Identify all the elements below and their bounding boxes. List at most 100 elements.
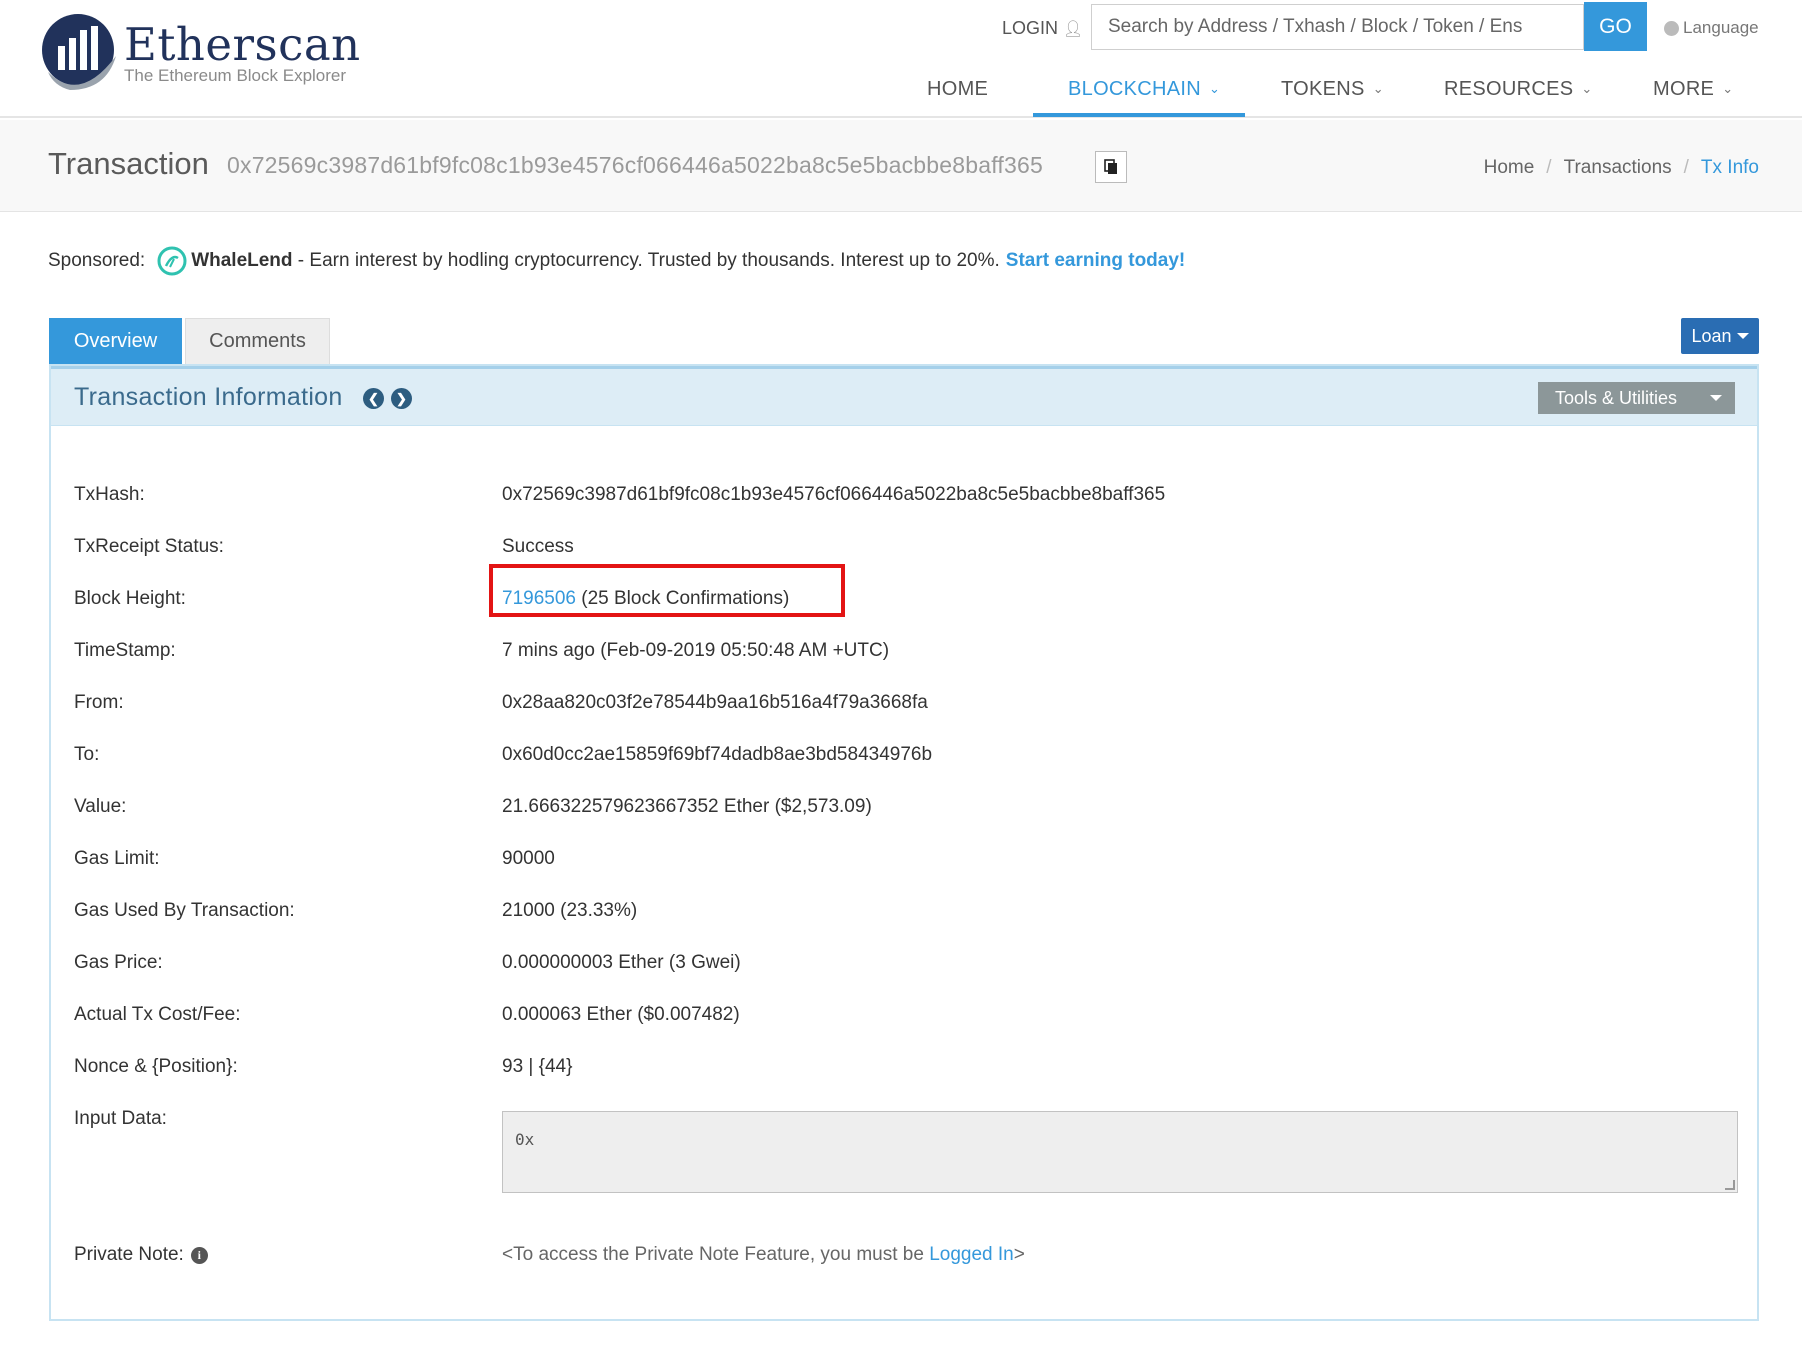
gas-used-value: 21000 (23.33%)	[502, 900, 638, 921]
previous-tx-icon[interactable]: ❮	[363, 388, 384, 409]
nav-blockchain-label: BLOCKCHAIN	[1068, 78, 1202, 100]
nav-tokens-label: TOKENS	[1281, 78, 1365, 100]
to-label: To:	[74, 744, 100, 765]
row-status: TxReceipt Status: Success	[74, 536, 1734, 588]
language-selector[interactable]: Language	[1664, 18, 1759, 38]
chevron-down-icon: ⌄	[1581, 81, 1593, 96]
nav-resources[interactable]: RESOURCES ⌄	[1444, 78, 1593, 101]
login-link[interactable]: LOGIN 👤︎	[1002, 18, 1083, 39]
go-button[interactable]: GO	[1584, 2, 1647, 51]
tools-utilities-button[interactable]: Tools & Utilities	[1538, 382, 1735, 414]
login-label: LOGIN	[1002, 18, 1059, 38]
nav-home[interactable]: HOME	[927, 78, 988, 101]
gas-price-label: Gas Price:	[74, 952, 163, 973]
sponsored-label: Sponsored:	[48, 250, 146, 271]
whalelend-icon	[157, 246, 187, 276]
txhash-label: TxHash:	[74, 484, 145, 505]
breadcrumb-separator: /	[1546, 157, 1552, 178]
txhash-value: 0x72569c3987d61bf9fc08c1b93e4576cf066446…	[502, 484, 1166, 505]
page-tx-hash: 0x72569c3987d61bf9fc08c1b93e4576cf066446…	[227, 152, 1043, 178]
chevron-down-icon: ⌄	[1722, 81, 1734, 96]
etherscan-logo-icon	[42, 14, 116, 90]
private-note-label-group: Private Note: i	[74, 1244, 208, 1266]
row-timestamp: TimeStamp: 7 mins ago (Feb-09-2019 05:50…	[74, 640, 1734, 692]
row-txhash: TxHash: 0x72569c3987d61bf9fc08c1b93e4576…	[74, 484, 1734, 536]
user-icon: 👤︎	[1063, 21, 1084, 38]
nav-more-label: MORE	[1653, 78, 1715, 100]
panel-title: Transaction Information	[74, 383, 343, 411]
sponsor-text: - Earn interest by hodling cryptocurrenc…	[292, 250, 1000, 271]
nav-home-label: HOME	[927, 78, 989, 100]
row-to: To: 0x60d0cc2ae15859f69bf74dadb8ae3bd584…	[74, 744, 1734, 796]
transaction-info-panel: Transaction Information ❮ ❯ Tools & Util…	[49, 364, 1759, 1321]
chevron-down-icon: ⌄	[1209, 81, 1221, 96]
timestamp-label: TimeStamp:	[74, 640, 176, 661]
nonce-value: 93 | {44}	[502, 1056, 573, 1077]
copy-hash-button[interactable]	[1095, 151, 1127, 183]
copy-icon	[1104, 159, 1117, 174]
block-height-highlight-box	[489, 564, 845, 617]
nonce-label: Nonce & {Position}:	[74, 1056, 238, 1077]
private-note-prefix: <To access the Private Note Feature, you…	[502, 1244, 930, 1265]
row-value: Value: 21.666322579623667352 Ether ($2,5…	[74, 796, 1734, 848]
nav-blockchain[interactable]: BLOCKCHAIN ⌄	[1068, 78, 1220, 101]
row-block-height: Block Height: 7196506 (25 Block Confirma…	[74, 588, 1734, 640]
breadcrumb-transactions[interactable]: Transactions	[1564, 157, 1672, 179]
row-fee: Actual Tx Cost/Fee: 0.000063 Ether ($0.0…	[74, 1004, 1734, 1056]
private-note-label: Private Note:	[74, 1244, 184, 1265]
language-label: Language	[1683, 18, 1759, 37]
caret-down-icon	[1736, 333, 1749, 339]
gas-limit-label: Gas Limit:	[74, 848, 160, 869]
row-gas-used: Gas Used By Transaction: 21000 (23.33%)	[74, 900, 1734, 952]
private-note-value: <To access the Private Note Feature, you…	[502, 1244, 1025, 1266]
info-icon[interactable]: i	[190, 1246, 208, 1264]
nav-tokens[interactable]: TOKENS ⌄	[1281, 78, 1384, 101]
chevron-down-icon: ⌄	[1372, 81, 1384, 96]
tools-label: Tools & Utilities	[1555, 387, 1678, 408]
loan-dropdown-button[interactable]: Loan	[1681, 318, 1759, 354]
page-title: Transaction	[48, 146, 209, 181]
breadcrumb-home[interactable]: Home	[1484, 157, 1535, 179]
input-data-textarea[interactable]: 0x	[502, 1111, 1738, 1193]
logged-in-link[interactable]: Logged In	[929, 1244, 1014, 1265]
next-tx-icon[interactable]: ❯	[391, 388, 412, 409]
row-from: From: 0x28aa820c03f2e78544b9aa16b516a4f7…	[74, 692, 1734, 744]
resize-handle-icon[interactable]	[1725, 1180, 1735, 1190]
search-box	[1091, 4, 1584, 50]
globe-icon	[1664, 20, 1679, 36]
private-note-suffix: >	[1013, 1244, 1025, 1265]
tab-overview[interactable]: Overview	[49, 318, 182, 364]
sponsor-cta-link[interactable]: Start earning today!	[1006, 250, 1185, 272]
value-label: Value:	[74, 796, 127, 817]
breadcrumb-separator: /	[1683, 157, 1689, 178]
fee-label: Actual Tx Cost/Fee:	[74, 1004, 241, 1025]
sponsor-name[interactable]: WhaleLend	[191, 250, 292, 272]
tab-comments[interactable]: Comments	[185, 318, 330, 364]
input-data-label: Input Data:	[74, 1108, 167, 1129]
from-label: From:	[74, 692, 124, 713]
fee-value: 0.000063 Ether ($0.007482)	[502, 1004, 740, 1025]
breadcrumb: Home / Transactions / Tx Info	[1484, 157, 1759, 179]
panel-header: Transaction Information ❮ ❯ Tools & Util…	[51, 366, 1757, 426]
brand-name: Etherscan	[124, 18, 361, 71]
loan-label: Loan	[1691, 325, 1732, 346]
nav-more[interactable]: MORE ⌄	[1653, 78, 1733, 101]
row-gas-limit: Gas Limit: 90000	[74, 848, 1734, 900]
etherscan-logo[interactable]: Etherscan The Ethereum Block Explorer	[40, 12, 360, 98]
status-label: TxReceipt Status:	[74, 536, 224, 557]
site-header: Etherscan The Ethereum Block Explorer LO…	[0, 0, 1802, 118]
search-input[interactable]	[1092, 5, 1583, 49]
gas-limit-value: 90000	[502, 848, 555, 869]
timestamp-value: 7 mins ago (Feb-09-2019 05:50:48 AM +UTC…	[502, 640, 890, 661]
to-address-link[interactable]: 0x60d0cc2ae15859f69bf74dadb8ae3bd5843497…	[502, 744, 932, 766]
gas-used-label: Gas Used By Transaction:	[74, 900, 295, 921]
row-gas-price: Gas Price: 0.000000003 Ether (3 Gwei)	[74, 952, 1734, 1004]
tx-detail-list: TxHash: 0x72569c3987d61bf9fc08c1b93e4576…	[74, 484, 1734, 1160]
from-address-link[interactable]: 0x28aa820c03f2e78544b9aa16b516a4f79a3668…	[502, 692, 928, 714]
value-amount: 21.666322579623667352 Ether ($2,573.09)	[502, 796, 872, 817]
page-title-bar: Transaction 0x72569c3987d61bf9fc08c1b93e…	[0, 120, 1802, 212]
gas-price-value: 0.000000003 Ether (3 Gwei)	[502, 952, 741, 973]
sponsored-banner: Sponsored: WhaleLend - Earn interest by …	[48, 246, 1185, 276]
brand-tagline: The Ethereum Block Explorer	[124, 66, 347, 85]
status-value: Success	[502, 536, 574, 557]
